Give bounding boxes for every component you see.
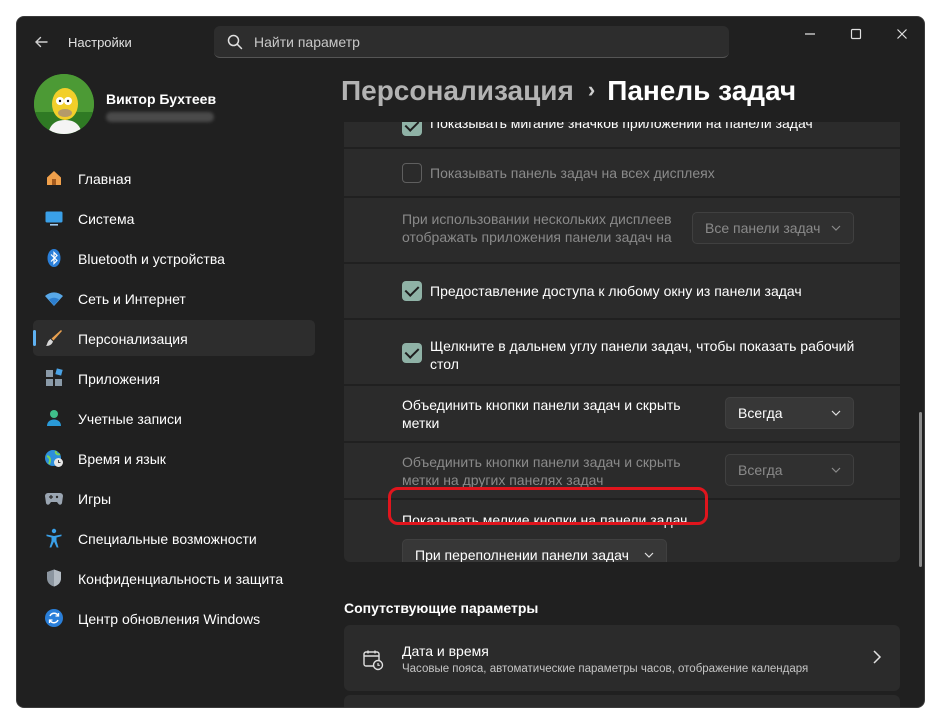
combine-value: Всегда <box>738 405 783 421</box>
accessibility-icon <box>46 528 62 548</box>
all-displays-label: Показывать панель задач на всех дисплеях <box>430 165 715 181</box>
maximize-icon[interactable] <box>842 25 870 45</box>
far-corner-checkbox[interactable] <box>402 343 422 363</box>
share-window-checkbox[interactable] <box>402 281 422 301</box>
setting-row-far-corner: Щелкните в дальнем углу панели задач, чт… <box>344 320 900 384</box>
setting-row-multi-display: При использовании нескольких дисплеев от… <box>344 198 900 262</box>
multi-display-label: При использовании нескольких дисплеев от… <box>402 211 672 245</box>
combine-label: Объединить кнопки панели задач и скрыть … <box>402 397 681 431</box>
sidebar-item-network[interactable]: Сеть и Интернет <box>33 280 315 316</box>
combine-other-value: Всегда <box>738 462 783 478</box>
sidebar-item-accessibility[interactable]: Специальные возможности <box>33 520 315 556</box>
related-settings-title: Сопутствующие параметры <box>344 600 539 616</box>
user-email-redacted <box>106 112 214 122</box>
sidebar-item-time-language[interactable]: Время и язык <box>33 440 315 476</box>
home-icon <box>47 171 61 185</box>
globe-clock-icon <box>45 450 63 467</box>
small-buttons-dropdown[interactable]: При переполнении панели задач <box>402 539 667 562</box>
related-item-next[interactable] <box>344 695 900 707</box>
combine-other-label: Объединить кнопки панели задач и скрыть … <box>402 454 681 488</box>
sidebar-item-label: Центр обновления Windows <box>78 611 261 627</box>
sidebar-item-label: Игры <box>78 491 112 507</box>
chevron-down-icon <box>831 467 841 473</box>
title-bar: Настройки <box>17 17 924 67</box>
setting-row-all-displays: Показывать панель задач на всех дисплеях <box>344 149 900 196</box>
setting-row-combine: Объединить кнопки панели задач и скрыть … <box>344 386 900 441</box>
related-item-subtitle: Часовые пояса, автоматические параметры … <box>402 663 809 675</box>
combine-other-dropdown: Всегда <box>725 454 854 486</box>
breadcrumb-parent[interactable]: Персонализация <box>341 75 574 106</box>
multi-display-value: Все панели задач <box>705 220 821 236</box>
search-box[interactable] <box>214 26 729 58</box>
far-corner-label: Щелкните в дальнем углу панели задач, чт… <box>430 338 855 372</box>
bluetooth-icon <box>47 249 61 267</box>
sidebar-item-label: Главная <box>78 171 132 187</box>
sidebar-item-label: Персонализация <box>78 331 188 347</box>
breadcrumb-separator-icon: › <box>587 77 596 102</box>
system-icon <box>45 211 63 226</box>
sidebar-item-label: Учетные записи <box>78 411 182 427</box>
sidebar-item-privacy[interactable]: Конфиденциальность и защита <box>33 560 315 596</box>
sidebar-item-gaming[interactable]: Игры <box>33 480 315 516</box>
sidebar-item-accounts[interactable]: Учетные записи <box>33 400 315 436</box>
search-icon <box>227 34 243 50</box>
sidebar-item-bluetooth[interactable]: Bluetooth и устройства <box>33 240 315 276</box>
back-arrow-icon[interactable] <box>29 30 53 54</box>
settings-window: Настройки Виктор Бухтеев <box>16 16 925 708</box>
account-icon <box>47 410 61 426</box>
setting-row-share-window: Предоставление доступа к любому окну из … <box>344 264 900 318</box>
flash-icons-checkbox[interactable] <box>402 122 422 136</box>
update-icon <box>45 609 63 627</box>
all-displays-checkbox[interactable] <box>402 163 422 183</box>
sidebar-item-apps[interactable]: Приложения <box>33 360 315 396</box>
sidebar-item-label: Сеть и Интернет <box>78 291 186 307</box>
sidebar-item-windows-update[interactable]: Центр обновления Windows <box>33 600 315 636</box>
chevron-down-icon <box>831 225 841 231</box>
scrollbar-thumb[interactable] <box>919 412 922 567</box>
sidebar-item-label: Конфиденциальность и защита <box>78 571 284 587</box>
multi-display-dropdown: Все панели задач <box>692 212 854 244</box>
setting-row-flash-icons: Показывать мигание значков приложений на… <box>344 122 900 147</box>
sidebar-item-label: Специальные возможности <box>78 531 257 547</box>
avatar[interactable] <box>34 74 94 134</box>
sidebar-item-home[interactable]: Главная <box>33 160 315 196</box>
combine-dropdown[interactable]: Всегда <box>725 397 854 429</box>
user-name: Виктор Бухтеев <box>106 91 217 107</box>
sidebar-item-label: Система <box>78 211 135 227</box>
sidebar-item-label: Bluetooth и устройства <box>78 251 225 267</box>
page-title: Панель задач <box>607 75 797 106</box>
sidebar-item-label: Приложения <box>78 371 160 387</box>
app-title: Настройки <box>68 35 132 50</box>
minimize-icon[interactable] <box>796 25 824 45</box>
search-input[interactable] <box>254 26 714 57</box>
share-window-label: Предоставление доступа к любому окну из … <box>430 283 802 299</box>
chevron-down-icon <box>831 410 841 416</box>
sidebar-item-system[interactable]: Система <box>33 200 315 236</box>
small-buttons-value: При переполнении панели задач <box>415 547 629 562</box>
sidebar-item-personalization[interactable]: Персонализация <box>33 320 315 356</box>
breadcrumb: Персонализация › Панель задач <box>341 75 796 107</box>
shield-icon <box>47 569 61 587</box>
related-item-date-time[interactable]: Дата и время Часовые пояса, автоматическ… <box>344 625 900 691</box>
apps-icon <box>46 368 63 386</box>
gamepad-icon <box>45 493 63 505</box>
chevron-right-icon <box>873 650 882 664</box>
sidebar-item-label: Время и язык <box>78 451 166 467</box>
close-icon[interactable] <box>888 25 916 45</box>
chevron-down-icon <box>644 552 654 558</box>
calendar-clock-icon <box>363 650 384 671</box>
flash-icons-label: Показывать мигание значков приложений на… <box>430 122 813 131</box>
related-item-title: Дата и время <box>402 643 489 659</box>
wifi-icon <box>45 292 63 306</box>
brush-icon <box>46 330 62 346</box>
highlight-annotation <box>388 487 708 525</box>
sidebar-nav: Главная Система Bluetooth и устройства С… <box>33 160 315 640</box>
